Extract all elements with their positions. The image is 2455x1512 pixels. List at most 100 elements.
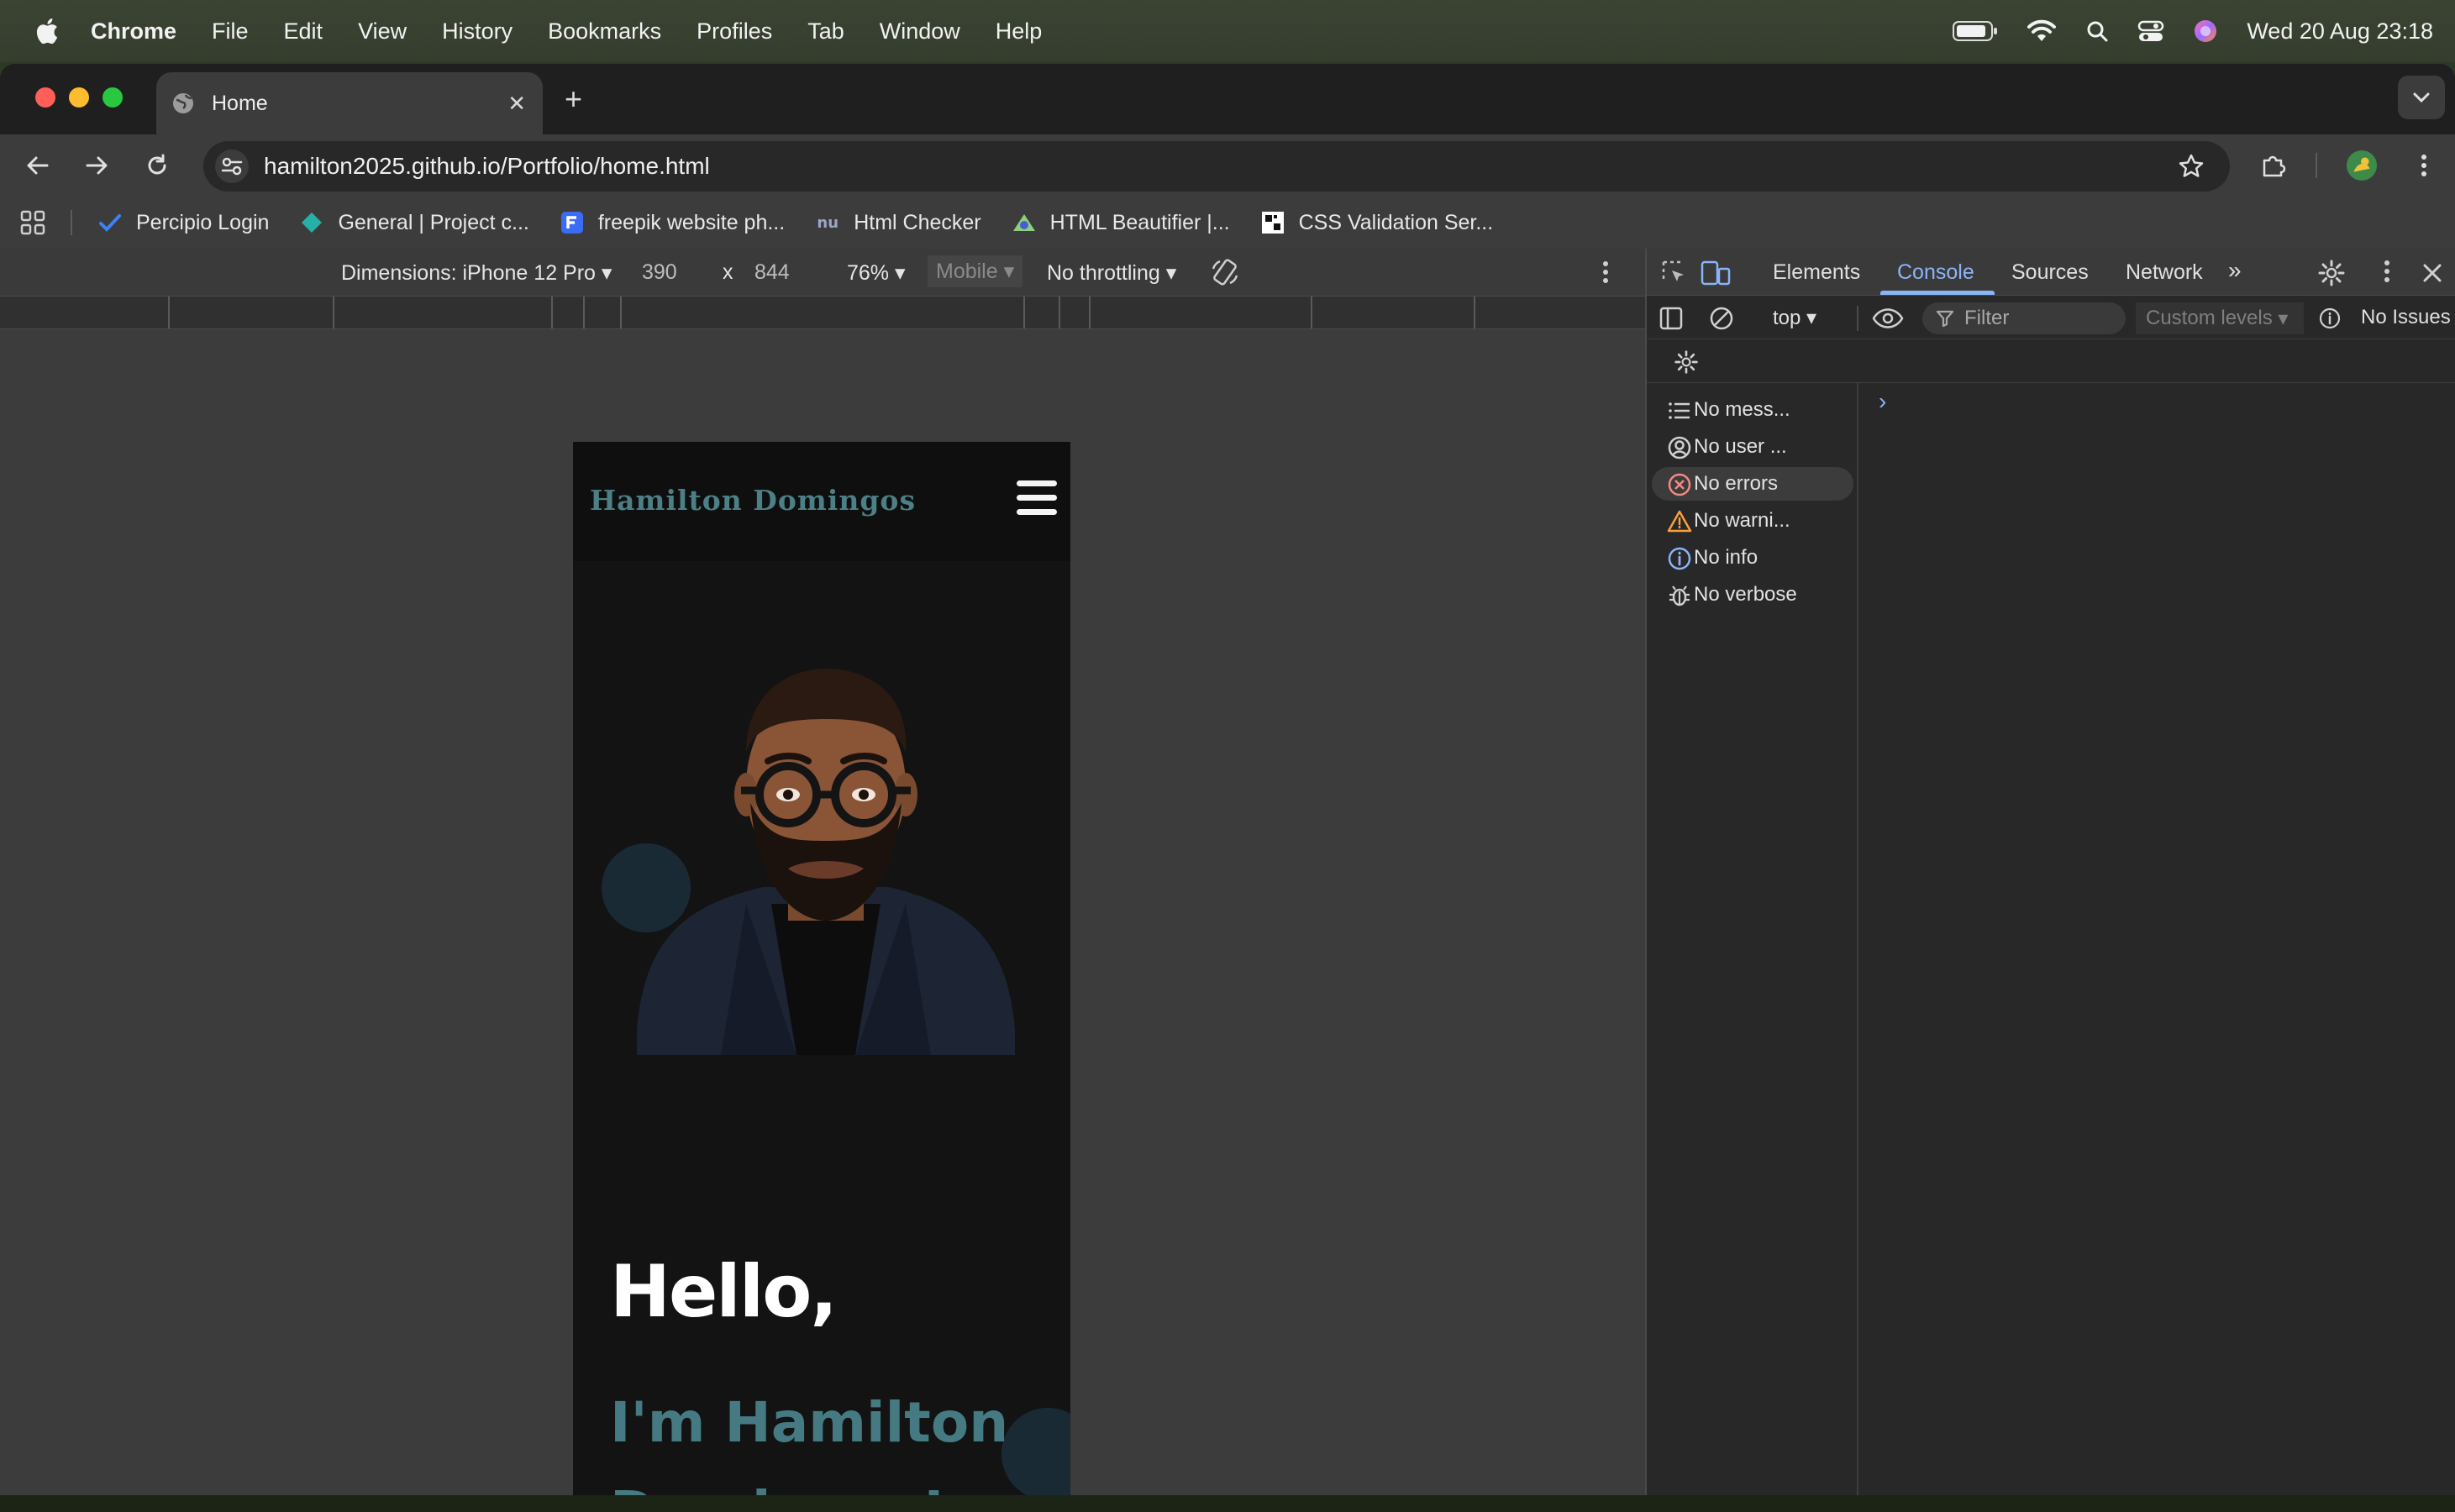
menu-profiles[interactable]: Profiles [697,18,772,45]
sidebar-item-info[interactable]: No info [1652,541,1853,575]
console-settings-gear-icon[interactable] [1674,349,1699,375]
rotate-icon[interactable] [1210,257,1240,287]
sidebar-item-label: No mess... [1694,398,1790,421]
menu-help[interactable]: Help [996,18,1043,45]
wifi-icon[interactable] [2027,19,2057,43]
close-tab-icon[interactable]: ✕ [507,91,526,117]
devtools-tabbar: Elements Console Sources Network » [1647,249,2455,296]
more-tabs-icon[interactable]: » [2228,257,2242,284]
url-text[interactable]: hamilton2025.github.io/Portfolio/home.ht… [264,153,710,180]
menu-file[interactable]: File [212,18,249,45]
tab-elements[interactable]: Elements [1773,260,1860,285]
reload-icon [148,154,166,175]
page-viewport: Dimensions: iPhone 12 Pro ▾ 390 x 844 76… [0,249,1645,1495]
menu-window[interactable]: Window [880,18,960,45]
live-expression-eye-icon[interactable] [1872,306,1904,331]
zoom-select[interactable]: 76% ▾ [847,260,906,286]
control-center-icon[interactable] [2137,19,2164,43]
forward-button[interactable] [81,150,113,181]
sidebar-item-warnings[interactable]: No warni... [1652,504,1853,538]
arrow-right-icon [86,156,108,175]
siri-icon[interactable] [2193,18,2218,44]
media-query-bar[interactable] [0,296,1645,329]
check-icon [97,210,123,235]
console-divider [1857,306,1858,331]
device-type-select[interactable]: Mobile ▾ [928,255,1023,287]
globe-icon [173,93,193,113]
bookmark-html-checker[interactable]: nu Html Checker [815,210,980,235]
tab-search-button[interactable] [2398,76,2445,119]
devtools-more-icon[interactable] [2383,259,2391,284]
extensions-button[interactable] [2257,150,2289,181]
issues-count[interactable]: No Issues [2361,306,2451,329]
dimensions-select[interactable]: Dimensions: iPhone 12 Pro ▾ [341,260,612,286]
tab-strip: Home ✕ + [0,64,2455,134]
menu-history[interactable]: History [442,18,513,45]
console-prompt[interactable]: › [1879,388,1886,415]
site-logo[interactable]: Hamilton Domingos [590,484,916,517]
throttling-select[interactable]: No throttling ▾ [1047,260,1176,286]
sidebar-item-label: No user ... [1694,435,1787,458]
sidebar-item-user-messages[interactable]: No user ... [1652,430,1853,464]
bookmark-star-icon[interactable] [2178,153,2205,180]
menu-tab[interactable]: Tab [807,18,844,45]
spotlight-search-icon[interactable] [2085,19,2109,43]
apps-grid-icon[interactable] [20,210,45,235]
context-select[interactable]: top ▾ [1773,306,1816,330]
menu-bookmarks[interactable]: Bookmarks [548,18,661,45]
puzzle-icon [2263,155,2286,177]
macos-menubar: Chrome File Edit View History Bookmarks … [0,0,2455,62]
reload-button[interactable] [141,150,173,181]
address-bar[interactable]: hamilton2025.github.io/Portfolio/home.ht… [203,141,2230,192]
width-input[interactable]: 390 [642,260,677,285]
bookmark-percipio[interactable]: Percipio Login [97,210,269,235]
close-window-button[interactable] [35,87,55,108]
tab-network[interactable]: Network [2126,260,2203,285]
minimize-window-button[interactable] [69,87,89,108]
device-toolbar-more-icon[interactable] [1601,260,1610,284]
avatar-illustration [637,669,1015,1055]
bookmark-freepik[interactable]: freepik website ph... [560,210,785,235]
console-filter-input[interactable]: Filter [1922,302,2126,334]
tab-sources[interactable]: Sources [2011,260,2089,285]
bookmarks-divider [71,210,72,235]
freepik-icon [560,210,585,235]
clear-console-icon[interactable] [1709,306,1734,331]
sidebar-item-errors[interactable]: No errors [1652,467,1853,501]
chrome-menu-button[interactable] [2408,150,2440,181]
battery-icon[interactable] [1953,20,1998,42]
settings-gear-icon[interactable] [2317,259,2346,287]
back-button[interactable] [22,150,54,181]
profile-avatar[interactable] [2346,150,2378,181]
sidebar-item-verbose[interactable]: No verbose [1652,578,1853,612]
tab-home[interactable]: Home ✕ [156,72,543,134]
hamburger-menu-icon[interactable] [1017,480,1057,516]
device-toggle-icon[interactable] [1701,259,1731,287]
desktop-background-strip [0,1495,2455,1512]
zoom-window-button[interactable] [103,87,123,108]
site-info-icon[interactable] [215,150,249,183]
inspect-element-icon[interactable] [1660,259,1689,287]
site-header: Hamilton Domingos [573,442,1070,561]
bookmark-css-validation[interactable]: CSS Validation Ser... [1260,210,1494,235]
bookmark-html-beautifier[interactable]: HTML Beautifier |... [1012,210,1230,235]
menubar-clock[interactable]: Wed 20 Aug 23:18 [2247,18,2433,45]
bookmark-label: CSS Validation Ser... [1298,210,1494,234]
apple-icon[interactable] [34,17,59,45]
bookmarks-bar: Percipio Login General | Project c... fr… [0,197,2455,249]
menu-view[interactable]: View [358,18,407,45]
nu-icon: nu [817,213,839,232]
menu-edit[interactable]: Edit [284,18,323,45]
log-levels-select[interactable]: Custom levels ▾ [2136,302,2304,334]
sidebar-toggle-icon[interactable] [1659,306,1684,331]
bookmark-general-project[interactable]: General | Project c... [299,210,529,235]
close-devtools-icon[interactable] [2421,262,2443,284]
beautifier-icon [1012,210,1037,235]
height-input[interactable]: 844 [754,260,790,285]
menu-app-name[interactable]: Chrome [91,18,176,45]
chrome-window: Home ✕ + hamilton2025.github.io/Portfoli… [0,64,2455,1495]
sidebar-item-messages[interactable]: No mess... [1652,393,1853,427]
tab-console[interactable]: Console [1897,260,1974,285]
new-tab-button[interactable]: + [565,84,582,114]
list-icon [1669,402,1690,419]
